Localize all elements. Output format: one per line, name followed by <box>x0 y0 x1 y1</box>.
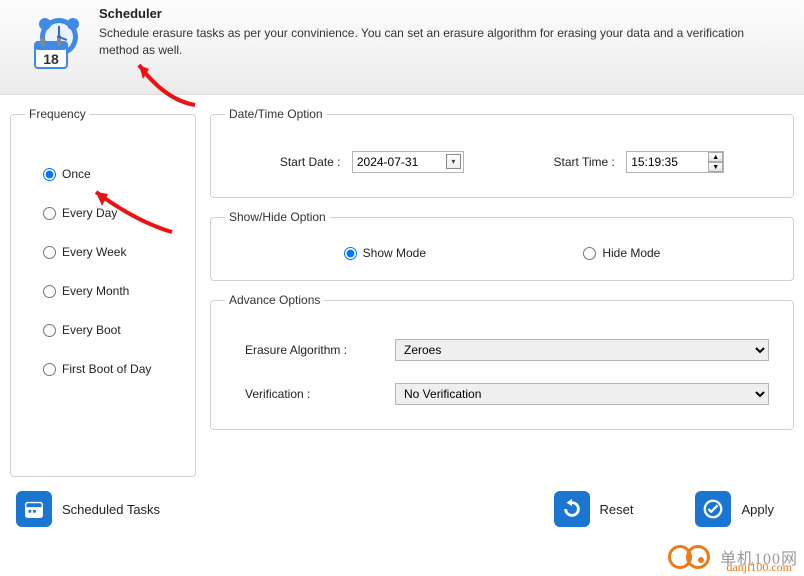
apply-icon <box>695 491 731 527</box>
scheduled-tasks-button[interactable]: Scheduled Tasks <box>10 489 166 529</box>
hide-mode-option[interactable]: Hide Mode <box>583 246 660 260</box>
erasure-algorithm-select[interactable]: Zeroes <box>395 339 769 361</box>
time-spin-down[interactable]: ▼ <box>708 162 723 172</box>
advance-group: Advance Options Erasure Algorithm : Zero… <box>210 293 794 430</box>
frequency-option-every-day[interactable]: Every Day <box>43 206 181 220</box>
page-title: Scheduler <box>99 6 790 21</box>
frequency-option-every-month[interactable]: Every Month <box>43 284 181 298</box>
datetime-group: Date/Time Option Start Date : Start Time… <box>210 107 794 198</box>
frequency-radio-first-boot[interactable] <box>43 363 56 376</box>
datetime-legend: Date/Time Option <box>225 107 327 121</box>
frequency-option-first-boot[interactable]: First Boot of Day <box>43 362 181 376</box>
hide-mode-radio[interactable] <box>583 247 596 260</box>
frequency-option-every-week[interactable]: Every Week <box>43 245 181 259</box>
frequency-radio-every-week[interactable] <box>43 246 56 259</box>
frequency-option-once[interactable]: Once <box>43 167 181 181</box>
erasure-algorithm-label: Erasure Algorithm : <box>245 343 395 357</box>
scheduled-tasks-icon <box>16 491 52 527</box>
show-mode-radio[interactable] <box>344 247 357 260</box>
frequency-radio-every-boot[interactable] <box>43 324 56 337</box>
calendar-dropdown-icon[interactable] <box>446 154 461 169</box>
advance-legend: Advance Options <box>225 293 324 307</box>
time-spin-up[interactable]: ▲ <box>708 152 723 162</box>
start-date-label: Start Date : <box>280 155 341 169</box>
scheduler-icon: 18 <box>14 6 99 76</box>
page-description: Schedule erasure tasks as per your convi… <box>99 25 759 59</box>
apply-button[interactable]: Apply <box>689 489 780 529</box>
frequency-radio-every-month[interactable] <box>43 285 56 298</box>
reset-button[interactable]: Reset <box>548 489 640 529</box>
verification-select[interactable]: No Verification <box>395 383 769 405</box>
showhide-legend: Show/Hide Option <box>225 210 330 224</box>
frequency-legend: Frequency <box>25 107 90 121</box>
frequency-radio-once[interactable] <box>43 168 56 181</box>
show-mode-option[interactable]: Show Mode <box>344 246 426 260</box>
page-header: 18 Scheduler Schedule erasure tasks as p… <box>0 0 804 95</box>
frequency-radio-every-day[interactable] <box>43 207 56 220</box>
frequency-group: Frequency Once Every Day Every Week Ever… <box>10 107 196 477</box>
showhide-group: Show/Hide Option Show Mode Hide Mode <box>210 210 794 281</box>
svg-text:18: 18 <box>43 51 59 67</box>
reset-icon <box>554 491 590 527</box>
start-time-label: Start Time : <box>553 155 614 169</box>
verification-label: Verification : <box>245 387 395 401</box>
watermark: 单机100网 danji100.com <box>668 540 798 574</box>
frequency-option-every-boot[interactable]: Every Boot <box>43 323 181 337</box>
